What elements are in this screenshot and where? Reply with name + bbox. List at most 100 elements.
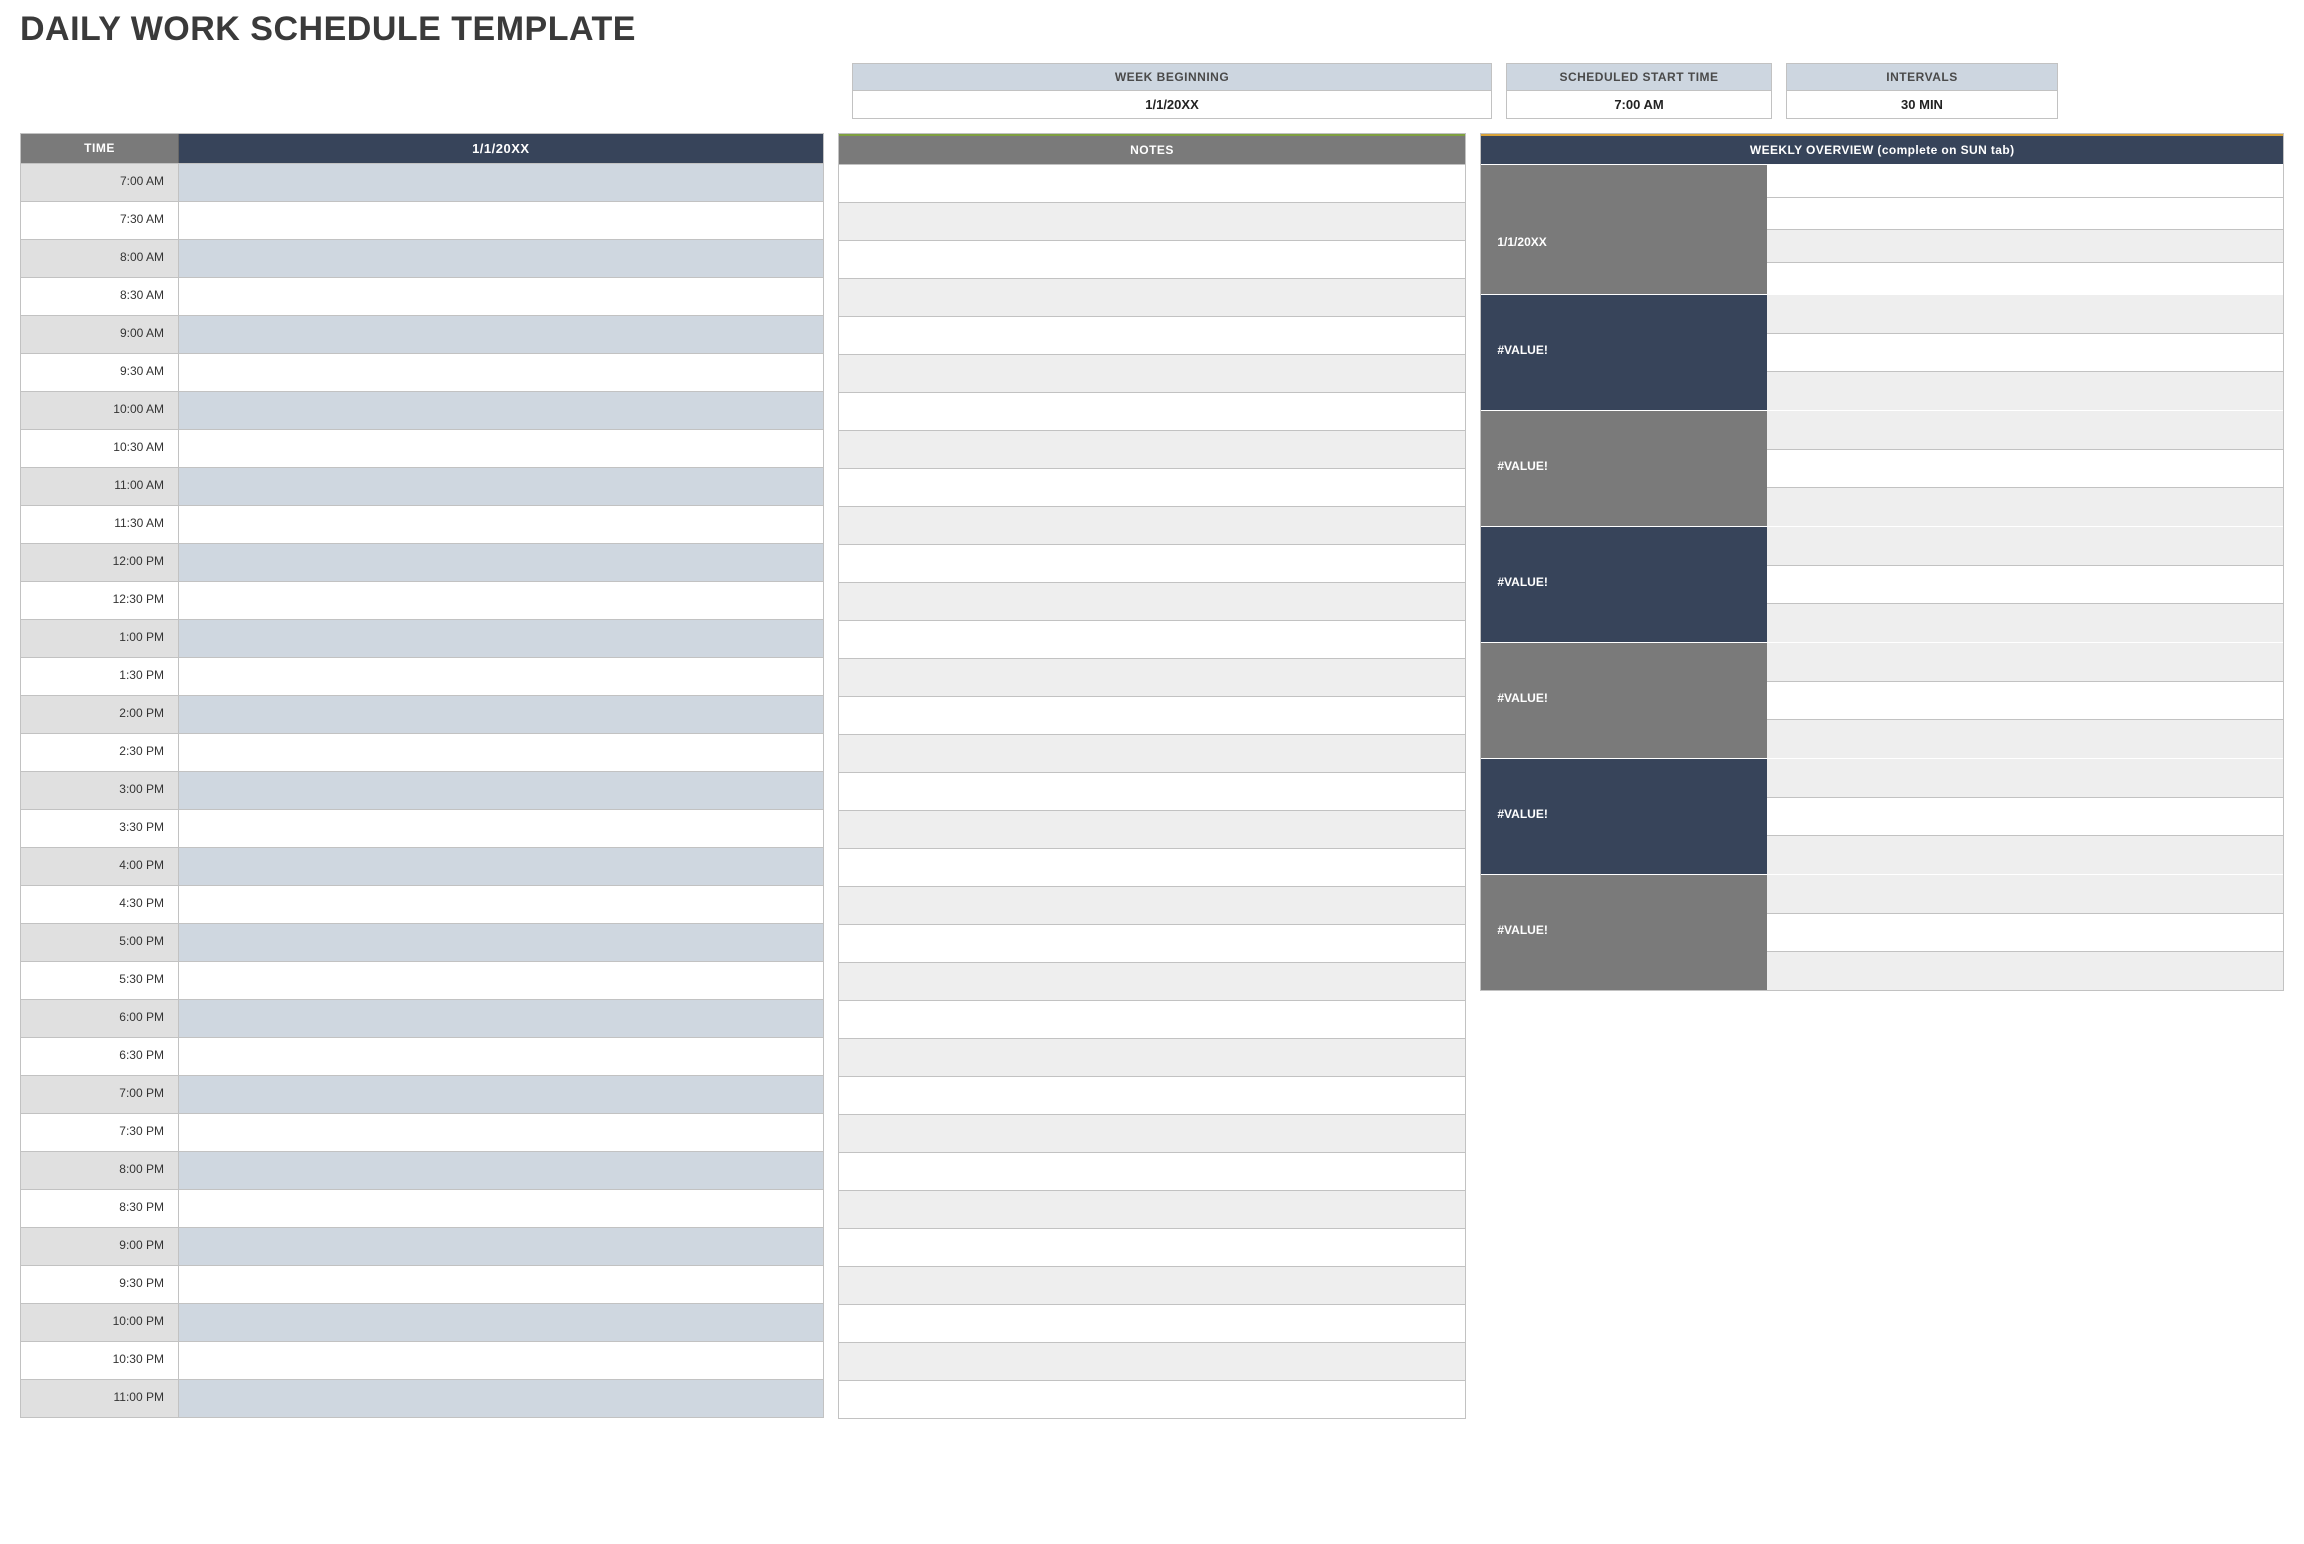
note-row[interactable]	[839, 734, 1466, 772]
week-beginning-value[interactable]: 1/1/20XX	[853, 91, 1491, 118]
overview-cell[interactable]	[1767, 643, 2283, 681]
overview-cell[interactable]	[1767, 875, 2283, 913]
task-cell[interactable]	[179, 544, 823, 581]
task-cell[interactable]	[179, 696, 823, 733]
task-cell[interactable]	[179, 924, 823, 961]
overview-cell[interactable]	[1767, 681, 2283, 720]
task-cell[interactable]	[179, 582, 823, 619]
task-cell[interactable]	[179, 278, 823, 315]
note-row[interactable]	[839, 924, 1466, 962]
task-cell[interactable]	[179, 620, 823, 657]
note-row[interactable]	[839, 658, 1466, 696]
note-row[interactable]	[839, 1380, 1466, 1418]
task-cell[interactable]	[179, 506, 823, 543]
task-cell[interactable]	[179, 962, 823, 999]
task-cell[interactable]	[179, 1304, 823, 1341]
task-cell[interactable]	[179, 240, 823, 277]
note-row[interactable]	[839, 962, 1466, 1000]
task-cell[interactable]	[179, 1000, 823, 1037]
overview-day-cells	[1767, 875, 2283, 990]
note-row[interactable]	[839, 620, 1466, 658]
task-cell[interactable]	[179, 1038, 823, 1075]
task-cell[interactable]	[179, 1190, 823, 1227]
task-cell[interactable]	[179, 1342, 823, 1379]
overview-day-row: #VALUE!	[1481, 758, 2283, 874]
overview-cell[interactable]	[1767, 449, 2283, 488]
task-cell[interactable]	[179, 1076, 823, 1113]
overview-cell[interactable]	[1767, 165, 2283, 197]
note-row[interactable]	[839, 354, 1466, 392]
note-row[interactable]	[839, 164, 1466, 202]
overview-cell[interactable]	[1767, 197, 2283, 230]
overview-cell[interactable]	[1767, 487, 2283, 526]
time-column-header: TIME	[21, 134, 179, 163]
note-row[interactable]	[839, 1190, 1466, 1228]
task-cell[interactable]	[179, 1266, 823, 1303]
note-row[interactable]	[839, 1342, 1466, 1380]
note-row[interactable]	[839, 810, 1466, 848]
task-cell[interactable]	[179, 1114, 823, 1151]
note-row[interactable]	[839, 544, 1466, 582]
overview-cell[interactable]	[1767, 835, 2283, 874]
task-cell[interactable]	[179, 392, 823, 429]
task-cell[interactable]	[179, 810, 823, 847]
task-cell[interactable]	[179, 848, 823, 885]
task-cell[interactable]	[179, 316, 823, 353]
task-cell[interactable]	[179, 772, 823, 809]
task-cell[interactable]	[179, 1152, 823, 1189]
task-cell[interactable]	[179, 886, 823, 923]
overview-cell[interactable]	[1767, 411, 2283, 449]
overview-cell[interactable]	[1767, 229, 2283, 262]
note-row[interactable]	[839, 392, 1466, 430]
overview-cell[interactable]	[1767, 371, 2283, 410]
overview-cell[interactable]	[1767, 262, 2283, 295]
note-row[interactable]	[839, 506, 1466, 544]
task-cell[interactable]	[179, 734, 823, 771]
task-cell[interactable]	[179, 658, 823, 695]
note-row[interactable]	[839, 886, 1466, 924]
overview-day-label: #VALUE!	[1481, 411, 1767, 526]
overview-cell[interactable]	[1767, 295, 2283, 333]
task-cell[interactable]	[179, 354, 823, 391]
overview-cell[interactable]	[1767, 527, 2283, 565]
note-row[interactable]	[839, 848, 1466, 886]
task-cell[interactable]	[179, 164, 823, 201]
intervals-value[interactable]: 30 MIN	[1787, 91, 2057, 118]
schedule-row: 8:00 AM	[21, 239, 823, 277]
note-row[interactable]	[839, 1038, 1466, 1076]
overview-cell[interactable]	[1767, 719, 2283, 758]
task-cell[interactable]	[179, 430, 823, 467]
scheduled-start-time-value[interactable]: 7:00 AM	[1507, 91, 1771, 118]
note-row[interactable]	[839, 772, 1466, 810]
overview-cell[interactable]	[1767, 797, 2283, 836]
task-cell[interactable]	[179, 202, 823, 239]
note-row[interactable]	[839, 696, 1466, 734]
note-row[interactable]	[839, 278, 1466, 316]
task-cell[interactable]	[179, 1228, 823, 1265]
note-row[interactable]	[839, 1228, 1466, 1266]
overview-cell[interactable]	[1767, 565, 2283, 604]
note-row[interactable]	[839, 1114, 1466, 1152]
note-row[interactable]	[839, 1152, 1466, 1190]
note-row[interactable]	[839, 430, 1466, 468]
overview-cell[interactable]	[1767, 759, 2283, 797]
note-row[interactable]	[839, 202, 1466, 240]
note-row[interactable]	[839, 1000, 1466, 1038]
note-row[interactable]	[839, 316, 1466, 354]
overview-cell[interactable]	[1767, 603, 2283, 642]
note-row[interactable]	[839, 1304, 1466, 1342]
schedule-row: 3:00 PM	[21, 771, 823, 809]
task-cell[interactable]	[179, 1380, 823, 1417]
overview-cell[interactable]	[1767, 333, 2283, 372]
note-row[interactable]	[839, 582, 1466, 620]
overview-cell[interactable]	[1767, 913, 2283, 952]
note-row[interactable]	[839, 240, 1466, 278]
note-row[interactable]	[839, 468, 1466, 506]
note-row[interactable]	[839, 1076, 1466, 1114]
overview-day-cells	[1767, 411, 2283, 526]
note-row[interactable]	[839, 1266, 1466, 1304]
overview-cell[interactable]	[1767, 951, 2283, 990]
task-cell[interactable]	[179, 468, 823, 505]
overview-day-cells	[1767, 527, 2283, 642]
schedule-body: 7:00 AM7:30 AM8:00 AM8:30 AM9:00 AM9:30 …	[21, 163, 823, 1417]
